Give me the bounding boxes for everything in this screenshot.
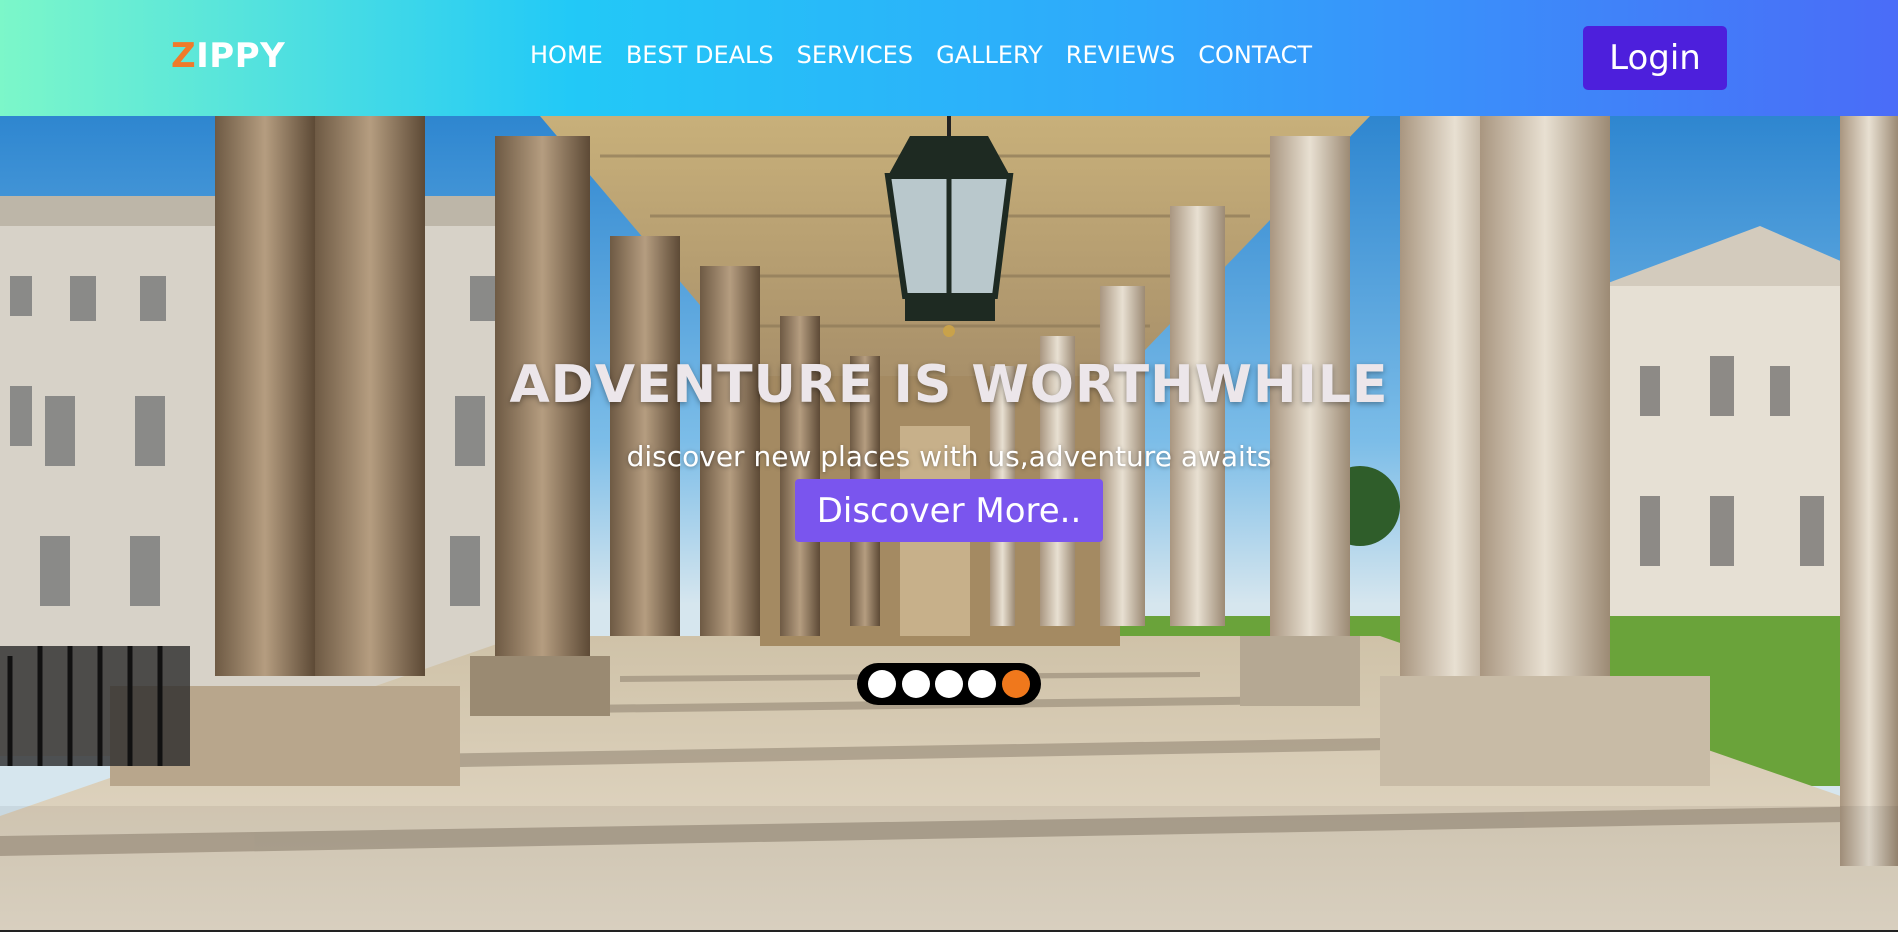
nav-best-deals[interactable]: BEST DEALS xyxy=(626,41,774,69)
nav-reviews[interactable]: REVIEWS xyxy=(1066,41,1175,69)
login-button[interactable]: Login xyxy=(1583,26,1727,90)
nav-home[interactable]: HOME xyxy=(530,41,603,69)
slide-dot-4[interactable] xyxy=(968,670,997,698)
slide-dot-2[interactable] xyxy=(901,670,930,698)
hero-subtitle: discover new places with us,adventure aw… xyxy=(626,440,1272,473)
slider-dots xyxy=(857,663,1041,705)
slide-dot-1[interactable] xyxy=(868,670,897,698)
nav-gallery[interactable]: GALLERY xyxy=(936,41,1043,69)
nav-contact[interactable]: CONTACT xyxy=(1198,41,1312,69)
hero-section: ADVENTURE IS WORTHWHILE discover new pla… xyxy=(0,116,1898,930)
logo-text: IPPY xyxy=(196,36,286,76)
hero-title: ADVENTURE IS WORTHWHILE xyxy=(509,355,1389,415)
slide-dot-3[interactable] xyxy=(934,670,963,698)
site-header: ZIPPY HOME BEST DEALS SERVICES GALLERY R… xyxy=(0,0,1898,116)
brand-logo[interactable]: ZIPPY xyxy=(171,36,285,76)
logo-accent-letter: Z xyxy=(171,36,197,76)
discover-more-button[interactable]: Discover More.. xyxy=(795,479,1103,542)
main-nav: HOME BEST DEALS SERVICES GALLERY REVIEWS… xyxy=(530,41,1335,69)
nav-services[interactable]: SERVICES xyxy=(797,41,913,69)
slide-dot-5-active[interactable] xyxy=(1001,670,1030,698)
